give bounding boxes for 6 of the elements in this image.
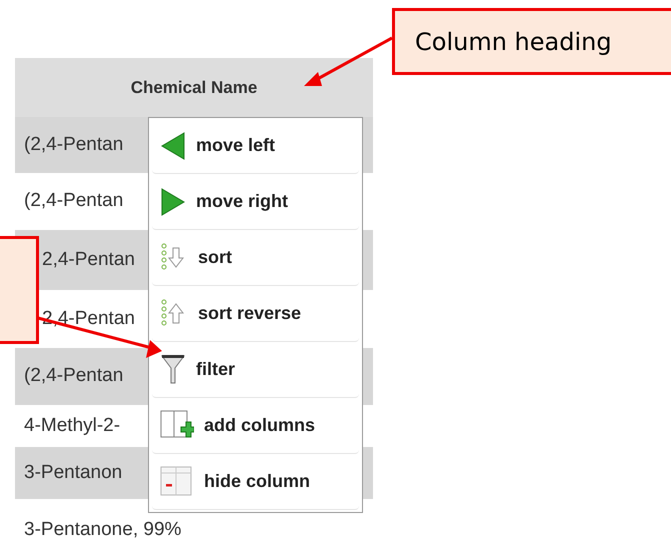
arrow-left-icon [160,132,186,160]
filter-icon [160,352,186,386]
column-header[interactable]: Chemical Name [15,58,373,117]
callout-text: Column heading [415,26,612,58]
hide-column-icon [160,466,194,498]
arrow-right-icon [160,188,186,216]
